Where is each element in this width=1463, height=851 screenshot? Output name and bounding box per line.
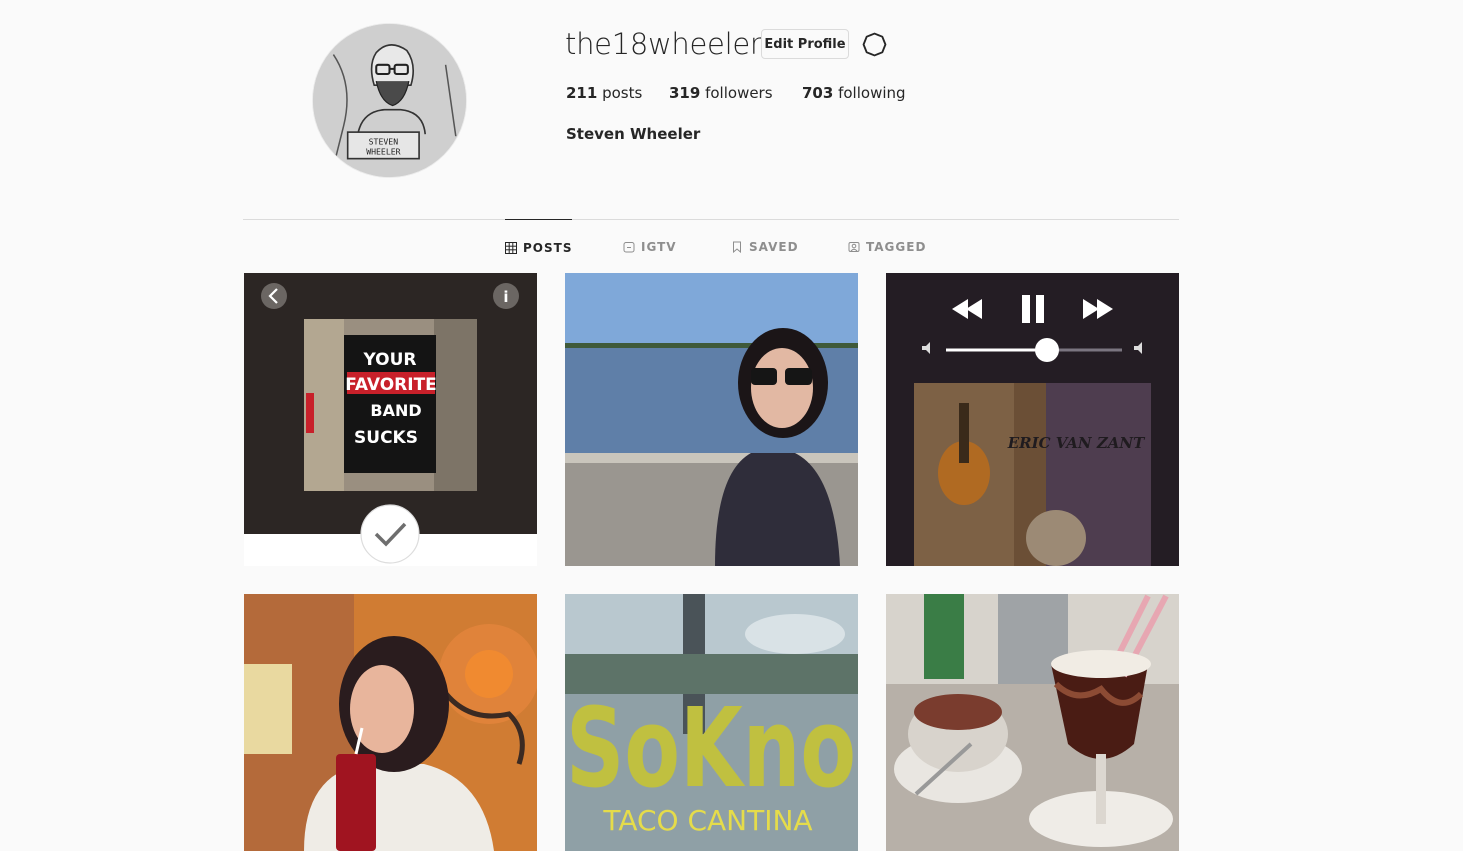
grid-icon — [505, 242, 517, 254]
following-count: 703 — [802, 84, 834, 102]
tab-tagged-label: TAGGED — [866, 240, 927, 254]
post-tile[interactable] — [244, 594, 537, 851]
post-tile[interactable] — [886, 594, 1179, 851]
post-tile[interactable] — [565, 273, 858, 566]
post-text-line: FAVORITE — [345, 375, 437, 395]
profile-full-name: Steven Wheeler — [566, 125, 701, 143]
avatar-sketch-image: STEVEN WHEELER — [313, 24, 466, 177]
bookmark-icon — [733, 241, 741, 253]
tab-posts-label: POSTS — [523, 241, 573, 255]
tag-icon — [848, 242, 860, 252]
post-text-line: SUCKS — [354, 428, 418, 448]
post-tile[interactable]: ERIC VAN ZANT — [886, 273, 1179, 566]
followers-count: 319 — [669, 84, 701, 102]
back-icon — [261, 283, 287, 309]
followers-label: followers — [705, 84, 773, 102]
edit-profile-button[interactable]: Edit Profile — [761, 29, 849, 59]
tab-saved[interactable]: SAVED — [731, 219, 799, 275]
post-text-line: YOUR — [362, 350, 416, 370]
following-label: following — [838, 84, 906, 102]
post-subtitle-text: TACO CANTINA — [602, 804, 812, 837]
post-sign-text: SoKno — [566, 684, 856, 812]
post-text-line: BAND — [370, 401, 421, 420]
tab-saved-label: SAVED — [749, 240, 799, 254]
tv-icon — [623, 242, 635, 253]
tab-posts[interactable]: POSTS — [505, 219, 573, 275]
post-image — [565, 273, 858, 566]
pause-icon — [1022, 295, 1030, 323]
profile-username: the18wheeler — [565, 27, 762, 61]
avatar-caption-line: STEVEN — [369, 136, 399, 146]
posts-stat: 211 posts — [566, 84, 642, 102]
avatar-caption-line: WHEELER — [366, 147, 400, 157]
tab-igtv[interactable]: IGTV — [623, 219, 677, 275]
posts-count: 211 — [566, 84, 598, 102]
post-tile[interactable]: i YOUR FAVORITE BAND SUCKS — [244, 273, 537, 566]
profile-avatar[interactable]: STEVEN WHEELER — [313, 24, 466, 177]
post-image — [886, 594, 1179, 851]
tab-igtv-label: IGTV — [641, 240, 677, 254]
gear-icon[interactable] — [862, 32, 887, 57]
volume-slider-thumb — [1035, 338, 1059, 362]
tabs-divider — [243, 219, 1179, 220]
post-brand-text: ERIC VAN ZANT — [1007, 434, 1146, 452]
post-image: ERIC VAN ZANT — [886, 273, 1179, 566]
post-tile[interactable]: SoKno TACO CANTINA — [565, 594, 858, 851]
checkmark-icon — [360, 504, 420, 564]
svg-text:i: i — [503, 288, 508, 306]
posts-label: posts — [602, 84, 643, 102]
following-link[interactable]: 703 following — [802, 84, 906, 102]
post-image: SoKno TACO CANTINA — [565, 594, 858, 851]
post-image: i YOUR FAVORITE BAND SUCKS — [244, 273, 537, 566]
post-image — [244, 594, 537, 851]
tab-tagged[interactable]: TAGGED — [848, 219, 926, 275]
followers-link[interactable]: 319 followers — [669, 84, 773, 102]
